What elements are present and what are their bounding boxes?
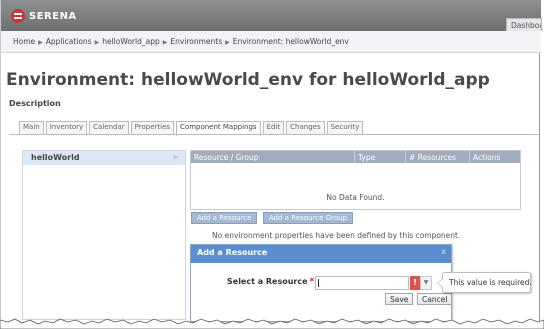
add-resource-group-button[interactable]: Add a Resource Group bbox=[263, 212, 353, 224]
validation-tooltip: This value is required. bbox=[437, 272, 532, 293]
breadcrumb-separator-icon: ▶ bbox=[38, 39, 43, 46]
breadcrumb-environments[interactable]: Environments bbox=[170, 37, 222, 46]
add-resource-button[interactable]: Add a Resource bbox=[191, 212, 258, 224]
serena-logo-icon bbox=[11, 9, 25, 23]
breadcrumb-home[interactable]: Home bbox=[13, 37, 35, 46]
component-item-label: helloWorld bbox=[31, 153, 80, 162]
breadcrumb-separator-icon: ▶ bbox=[225, 39, 230, 46]
page-title: Environment: hellowWorld_env for helloWo… bbox=[6, 70, 490, 90]
app-window: SERENA Dashboard Home▶Applications▶hello… bbox=[0, 0, 542, 322]
dialog-title: Add a Resource bbox=[197, 248, 268, 257]
tab-main[interactable]: Main bbox=[19, 121, 44, 135]
tab-divider bbox=[9, 134, 539, 135]
select-resource-label: Select a Resource * bbox=[227, 277, 314, 287]
column-resources-count[interactable]: # Resources bbox=[406, 151, 470, 163]
breadcrumb-current: Environment: hellowWorld_env bbox=[232, 37, 349, 46]
top-bar: SERENA Dashboard bbox=[1, 0, 542, 31]
close-icon[interactable]: x bbox=[441, 247, 446, 256]
add-resource-dialog: Add a Resource x Select a Resource * ! ▼ … bbox=[190, 244, 453, 322]
grid-empty-message: No Data Found. bbox=[326, 193, 385, 202]
breadcrumb: Home ▶ Applications ▶ helloWorld_app ▶ Environ… bbox=[1, 31, 541, 53]
column-type[interactable]: Type bbox=[355, 151, 406, 163]
breadcrumb-applications[interactable]: Applications bbox=[46, 37, 92, 46]
tab-bar: Main Inventory Calendar Properties Compo… bbox=[19, 121, 365, 136]
tab-security[interactable]: Security bbox=[326, 121, 364, 135]
save-button[interactable]: Save bbox=[385, 293, 414, 305]
no-properties-message: No environment properties have been defi… bbox=[212, 231, 461, 240]
tab-properties[interactable]: Properties bbox=[130, 121, 175, 135]
select-resource-label-text: Select a Resource bbox=[227, 277, 308, 286]
component-list: helloWorld ▶ bbox=[22, 150, 186, 320]
serena-logo: SERENA bbox=[11, 9, 77, 23]
breadcrumb-separator-icon: ▶ bbox=[94, 39, 100, 46]
resource-grid: Resource / Group Type # Resources Action… bbox=[190, 150, 521, 210]
chevron-right-icon: ▶ bbox=[173, 153, 179, 161]
tab-changes[interactable]: Changes bbox=[286, 121, 325, 135]
component-item-helloworld[interactable]: helloWorld ▶ bbox=[23, 151, 185, 165]
tab-inventory[interactable]: Inventory bbox=[45, 121, 88, 135]
error-icon: ! bbox=[410, 276, 420, 290]
grid-header: Resource / Group Type # Resources Action… bbox=[191, 151, 520, 163]
cancel-button[interactable]: Cancel bbox=[417, 293, 453, 305]
dialog-header: Add a Resource x bbox=[191, 245, 451, 263]
breadcrumb-application[interactable]: helloWorld_app bbox=[102, 37, 159, 46]
description-label: Description bbox=[9, 99, 61, 108]
chevron-down-icon[interactable]: ▼ bbox=[420, 276, 432, 290]
brand-name: SERENA bbox=[29, 10, 77, 22]
column-resource-group[interactable]: Resource / Group bbox=[191, 151, 355, 163]
tab-calendar[interactable]: Calendar bbox=[89, 121, 129, 135]
tab-edit[interactable]: Edit bbox=[262, 121, 285, 135]
breadcrumb-separator-icon: ▶ bbox=[162, 39, 168, 46]
required-marker: * bbox=[309, 277, 315, 287]
tab-dashboard[interactable]: Dashboard bbox=[506, 18, 542, 31]
select-resource-input[interactable] bbox=[315, 276, 409, 290]
column-actions[interactable]: Actions bbox=[470, 151, 520, 163]
torn-edge-decoration bbox=[0, 318, 544, 329]
